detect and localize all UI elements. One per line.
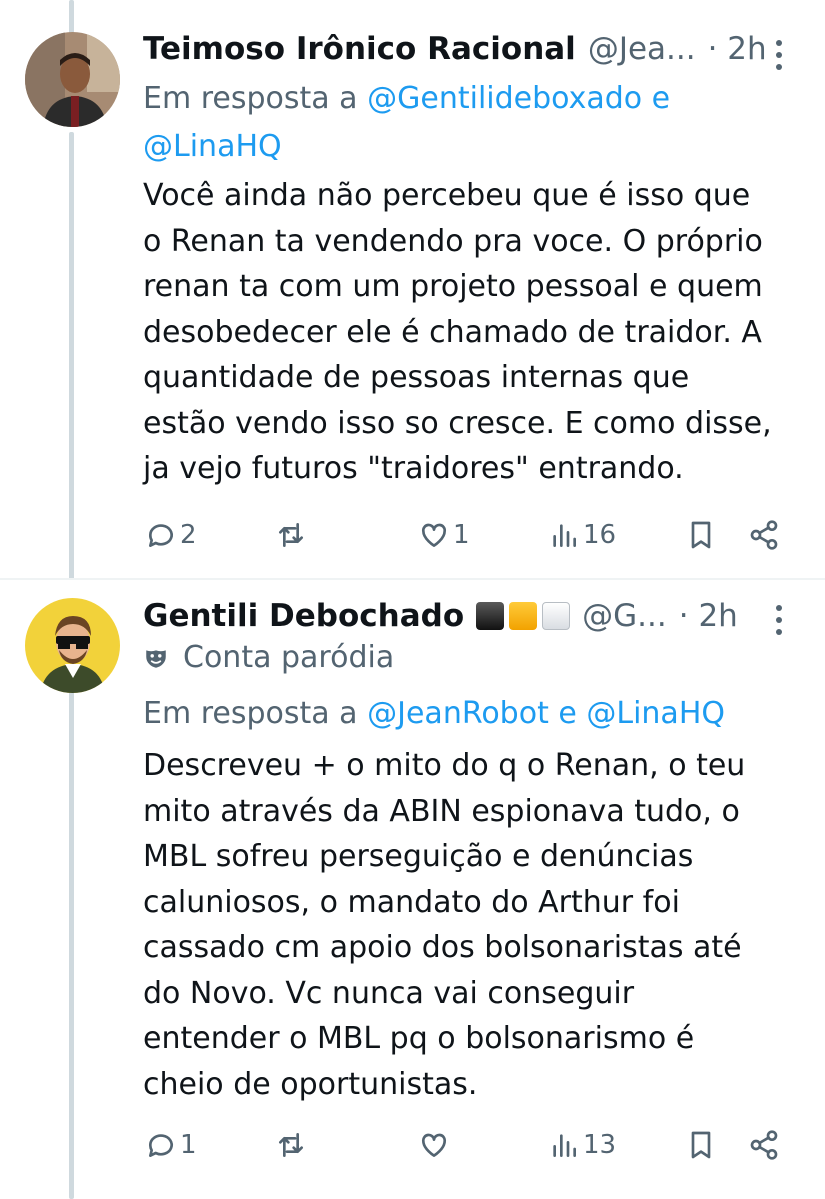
reply-button[interactable]: 2 <box>145 510 197 560</box>
like-icon <box>421 523 447 547</box>
share-button[interactable] <box>748 510 780 560</box>
share-icon <box>750 1130 778 1160</box>
author-handle[interactable]: @G... <box>582 598 667 634</box>
reply-count: 2 <box>180 520 197 550</box>
parody-label: Conta paródia <box>143 640 394 675</box>
views-count: 13 <box>583 1130 617 1160</box>
tweet-text: Descreveu + o mito do q o Renan, o teu m… <box>143 748 746 1102</box>
timestamp[interactable]: · 2h <box>708 31 767 67</box>
avatar[interactable] <box>25 598 120 693</box>
retweet-icon <box>279 523 303 547</box>
parody-mask-icon <box>146 649 166 668</box>
bookmark-icon <box>691 521 711 549</box>
retweet-icon <box>279 1133 303 1157</box>
views-button[interactable]: 13 <box>548 1120 616 1170</box>
reply-icon <box>148 524 173 547</box>
bookmark-button[interactable] <box>685 1120 717 1170</box>
tweet-1[interactable]: Teimoso Irônico Racional @Jea... · 2h Em… <box>0 0 825 580</box>
white-square-emoji <box>542 602 571 630</box>
retweet-button[interactable] <box>275 510 307 560</box>
timestamp[interactable]: · 2h <box>679 598 738 634</box>
tweet-header: Teimoso Irônico Racional @Jea... · 2h <box>143 27 805 71</box>
tweet-2[interactable]: Gentili Debochado @G... · 2h Conta paród… <box>0 580 825 1199</box>
views-icon <box>553 1134 576 1157</box>
orange-square-emoji <box>509 602 538 630</box>
more-icon[interactable] <box>775 605 783 635</box>
emoji-badges <box>476 602 571 630</box>
author-handle[interactable]: @Jea... <box>588 31 696 67</box>
tweet-header: Gentili Debochado @G... · 2h <box>143 594 805 638</box>
tweet-text: Você ainda não percebeu que é isso que o… <box>143 178 772 486</box>
views-count: 16 <box>583 520 617 550</box>
views-button[interactable]: 16 <box>548 510 616 560</box>
reply-count: 1 <box>180 1130 197 1160</box>
bookmark-icon <box>691 1131 711 1159</box>
reply-context: Em resposta a @Gentilideboxado e @LinaHQ <box>143 75 783 171</box>
parody-text: Conta paródia <box>183 640 395 675</box>
black-square-emoji <box>476 602 505 630</box>
retweet-button[interactable] <box>275 1120 307 1170</box>
like-icon <box>421 1133 447 1157</box>
reply-mentions[interactable]: @JeanRobot e @LinaHQ <box>367 696 725 731</box>
reply-icon <box>148 1134 173 1157</box>
share-button[interactable] <box>748 1120 780 1170</box>
tweet-actions: 2 1 16 <box>0 510 825 560</box>
like-button[interactable] <box>418 1120 453 1170</box>
views-icon <box>553 524 576 547</box>
author-name[interactable]: Gentili Debochado <box>143 598 464 634</box>
avatar[interactable] <box>25 32 120 127</box>
reply-button[interactable]: 1 <box>145 1120 197 1170</box>
bookmark-button[interactable] <box>685 510 717 560</box>
reply-prefix: Em resposta a <box>143 696 358 731</box>
reply-context: Em resposta a @JeanRobot e @LinaHQ <box>143 690 783 738</box>
like-count: 1 <box>453 520 470 550</box>
reply-prefix: Em resposta a <box>143 81 358 116</box>
share-icon <box>750 520 778 550</box>
tweet-actions: 1 13 <box>0 1120 825 1170</box>
author-name[interactable]: Teimoso Irônico Racional <box>143 31 576 67</box>
more-icon[interactable] <box>775 40 783 70</box>
like-button[interactable]: 1 <box>418 510 470 560</box>
